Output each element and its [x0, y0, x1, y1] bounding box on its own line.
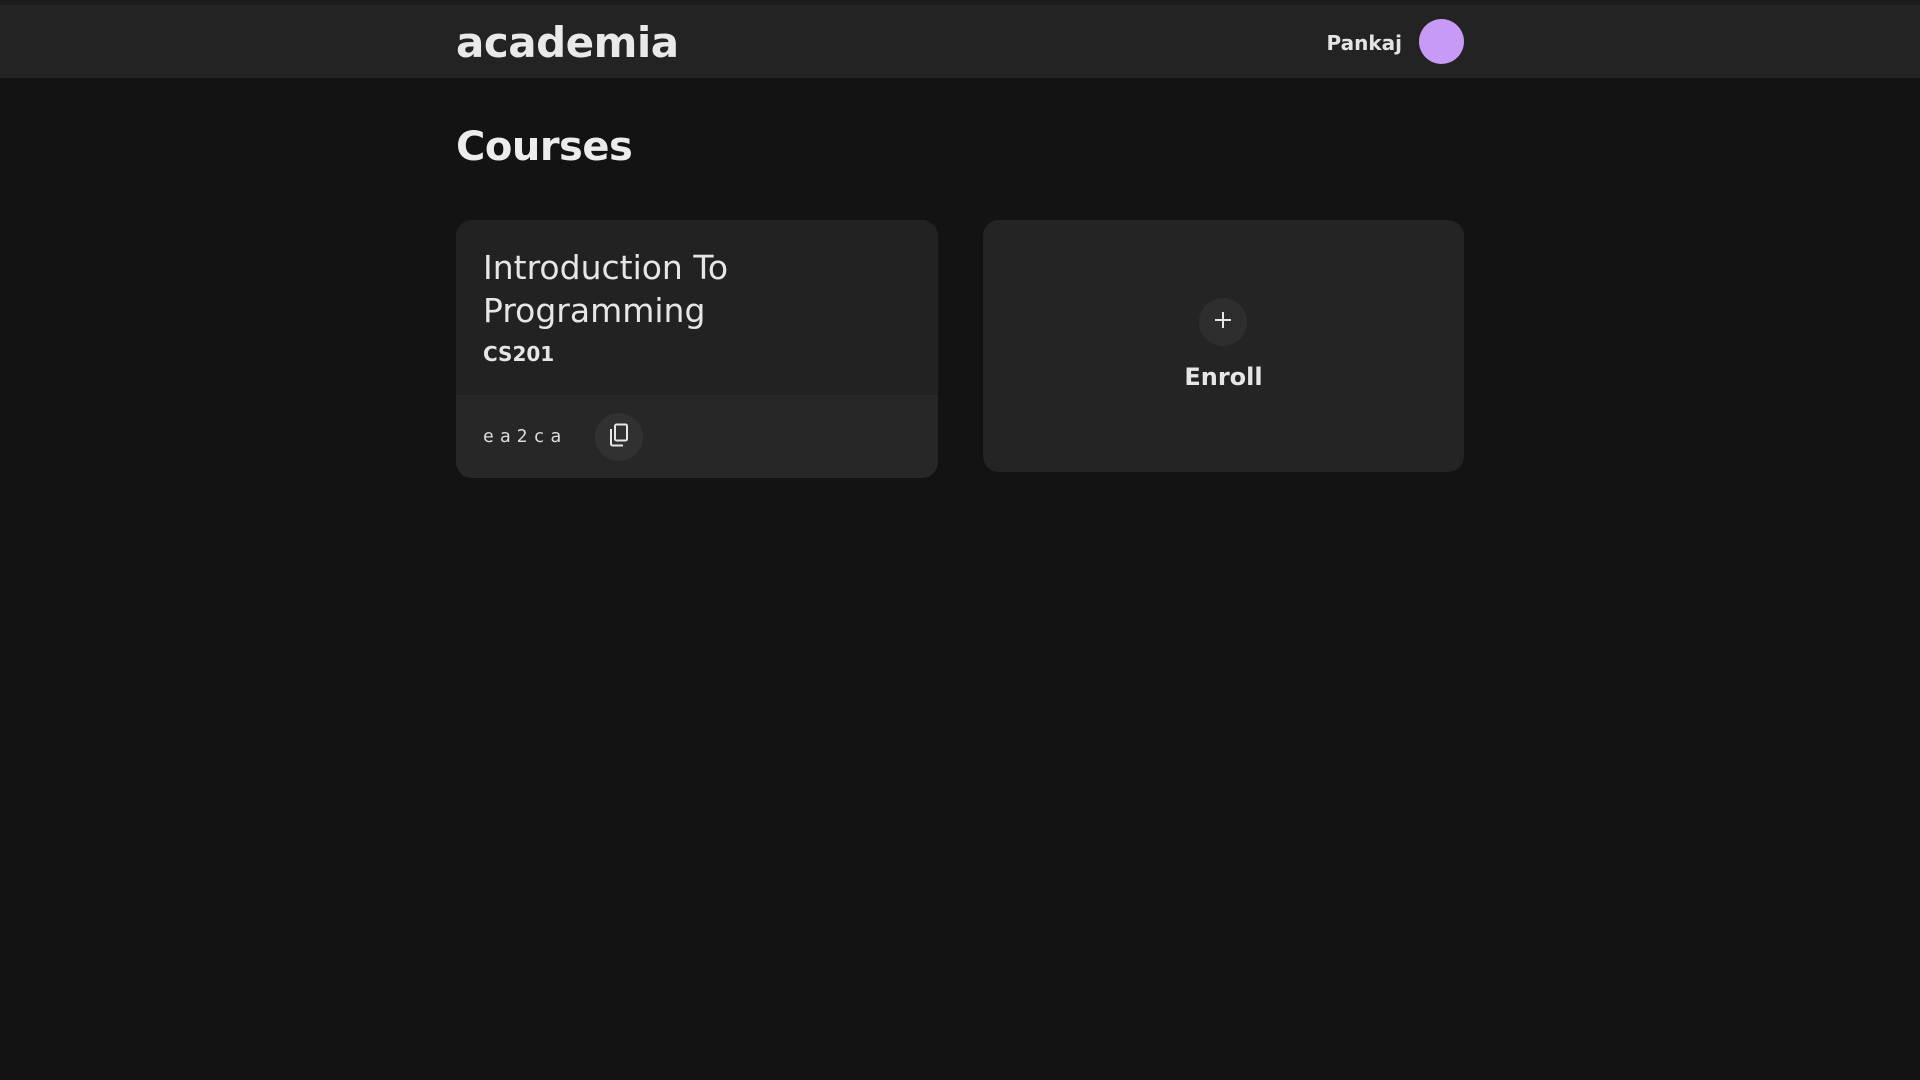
course-join-code: ea2ca — [483, 426, 568, 447]
course-title: Introduction To Programming — [483, 248, 729, 330]
page-title: Courses — [456, 124, 633, 170]
course-code: CS201 — [483, 342, 555, 366]
user-avatar[interactable] — [1419, 19, 1464, 64]
top-navbar: academia Pankaj — [0, 5, 1920, 78]
course-card[interactable]: Introduction To Programming CS201 ea2ca — [456, 220, 938, 478]
enroll-card[interactable]: Enroll — [983, 220, 1464, 472]
enroll-button[interactable] — [1199, 298, 1247, 346]
copy-join-code-button[interactable] — [595, 413, 643, 461]
user-name: Pankaj — [1326, 31, 1402, 55]
plus-icon — [1212, 307, 1234, 337]
course-card-body[interactable]: Introduction To Programming CS201 — [456, 220, 938, 395]
copy-icon — [608, 423, 630, 451]
course-card-footer: ea2ca — [456, 395, 938, 478]
brand-logo[interactable]: academia — [456, 18, 679, 67]
enroll-label: Enroll — [1184, 363, 1263, 391]
